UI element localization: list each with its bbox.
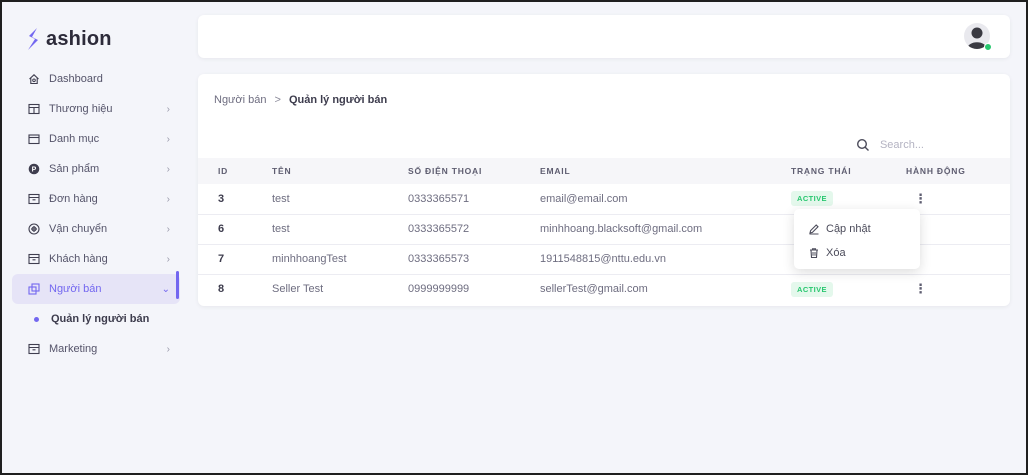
box-icon (28, 343, 40, 355)
bullet-icon (34, 316, 39, 322)
cell-email: 1911548815@nttu.edu.vn (540, 253, 666, 265)
cell-action (906, 244, 1010, 274)
shipping-icon (28, 223, 40, 235)
cell-name: test (272, 192, 290, 205)
sidebar-subitem-quan-ly-nguoi-ban[interactable]: Quản lý người bán (12, 304, 180, 334)
content-card: Người bán > Quản lý người bán Search... … (198, 74, 1010, 306)
sidebar-item-label: Danh mục (49, 133, 100, 145)
box-icon (28, 193, 40, 205)
cell-id: 3 (218, 192, 225, 205)
table-header-row: ID TÊN SỐ ĐIỆN THOẠI EMAIL TRẠNG THÁI HÀ… (198, 158, 1010, 184)
column-header-phone[interactable]: SỐ ĐIỆN THOẠI (408, 158, 540, 184)
chevron-right-icon: › (166, 163, 170, 175)
menu-item-delete[interactable]: Xóa (794, 241, 920, 265)
chevron-right-icon: › (166, 253, 170, 265)
cell-id: 6 (218, 223, 225, 235)
online-status-dot (984, 43, 992, 51)
seller-icon (28, 283, 40, 295)
menu-item-label: Xóa (826, 247, 846, 259)
column-header-id[interactable]: ID (198, 158, 272, 184)
cell-id: 8 (218, 283, 225, 296)
cell-phone: 0333365572 (408, 223, 470, 235)
brand-name: ashion (46, 27, 112, 50)
sidebar-item-label: Marketing (49, 343, 98, 355)
sidebar-item-dashboard[interactable]: Dashboard (12, 64, 180, 94)
cell-email: email@email.com (540, 192, 628, 205)
cell-action: ⋮ (906, 274, 1010, 304)
column-header-email[interactable]: EMAIL (540, 158, 791, 184)
chevron-right-icon: › (166, 103, 170, 115)
sidebar-item-label: Vận chuyển (49, 223, 108, 235)
status-badge: ACTIVE (791, 191, 833, 207)
sidebar-item-label: Người bán (49, 283, 102, 295)
cell-phone: 0333365573 (408, 253, 470, 265)
sidebar-item-marketing[interactable]: Marketing › (12, 334, 180, 364)
column-header-name[interactable]: TÊN (272, 158, 408, 184)
sidebar-item-label: Đơn hàng (49, 193, 98, 205)
chevron-right-icon: › (166, 343, 170, 355)
menu-item-label: Cập nhật (826, 223, 871, 235)
sidebar: ashion Dashboard Thương hiệu › Danh mục … (2, 2, 186, 473)
search-icon (856, 138, 869, 151)
sidebar-item-don-hang[interactable]: Đơn hàng › (12, 184, 180, 214)
cell-email: minhhoang.blacksoft@gmail.com (540, 223, 703, 235)
column-header-action: HÀNH ĐỘNG (906, 166, 966, 176)
cell-phone: 0999999999 (408, 283, 470, 296)
logo-mark-icon (28, 28, 38, 50)
sidebar-item-label: Khách hàng (49, 253, 108, 265)
row-actions-dropdown: Cập nhật Xóa (794, 209, 920, 269)
more-actions-icon[interactable]: ⋮ (914, 282, 927, 295)
cell-action: ⋮ (906, 184, 1010, 214)
chevron-right-icon: › (166, 133, 170, 145)
cell-email: sellerTest@gmail.com (540, 283, 648, 296)
table-row: 8 Seller Test 0999999999 sellerTest@gmai… (198, 274, 1010, 304)
folder-icon (28, 133, 40, 145)
sidebar-item-nguoi-ban[interactable]: Người bán ⌄ (12, 274, 180, 304)
sidebar-item-danh-muc[interactable]: Danh mục › (12, 124, 180, 154)
logo[interactable]: ashion (26, 24, 112, 54)
breadcrumb-separator: > (274, 94, 281, 106)
chevron-right-icon: › (166, 223, 170, 235)
trash-icon (810, 248, 818, 259)
sidebar-item-label: Sản phẩm (49, 163, 100, 175)
status-badge: ACTIVE (791, 281, 833, 297)
cell-phone: 0333365571 (408, 192, 470, 205)
cell-name: minhhoangTest (272, 253, 347, 265)
active-indicator (176, 271, 179, 299)
top-navbar (198, 15, 1010, 58)
cell-action (906, 214, 1010, 244)
chevron-down-icon: ⌄ (161, 283, 170, 295)
search-box[interactable]: Search... (856, 138, 924, 152)
menu-item-update[interactable]: Cập nhật (794, 217, 920, 241)
sidebar-subitem-label: Quản lý người bán (51, 313, 150, 325)
column-header-status[interactable]: TRẠNG THÁI (791, 158, 906, 184)
breadcrumb-current: Quản lý người bán (288, 94, 388, 106)
breadcrumb: Người bán > Quản lý người bán (214, 94, 387, 106)
breadcrumb-parent[interactable]: Người bán (214, 94, 267, 106)
sidebar-item-thuong-hieu[interactable]: Thương hiệu › (12, 94, 180, 124)
table-icon (28, 103, 40, 115)
svg-text:P: P (32, 167, 37, 174)
sidebar-item-label: Thương hiệu (49, 103, 113, 115)
cell-name: Seller Test (272, 283, 324, 296)
search-input[interactable]: Search... (880, 139, 924, 151)
box-icon (28, 253, 40, 265)
more-actions-icon[interactable]: ⋮ (914, 192, 927, 205)
edit-icon (809, 224, 819, 235)
cell-name: test (272, 223, 290, 235)
sidebar-item-san-pham[interactable]: P Sản phẩm › (12, 154, 180, 184)
cell-status: ACTIVE (791, 274, 906, 304)
product-icon: P (28, 163, 40, 175)
sidebar-item-van-chuyen[interactable]: Vận chuyển › (12, 214, 180, 244)
sidebar-item-khach-hang[interactable]: Khách hàng › (12, 244, 180, 274)
sidebar-menu: Dashboard Thương hiệu › Danh mục › P Sản… (12, 64, 180, 364)
sidebar-item-label: Dashboard (49, 73, 103, 85)
cell-id: 7 (218, 253, 225, 265)
home-icon (28, 73, 40, 85)
chevron-right-icon: › (166, 193, 170, 205)
